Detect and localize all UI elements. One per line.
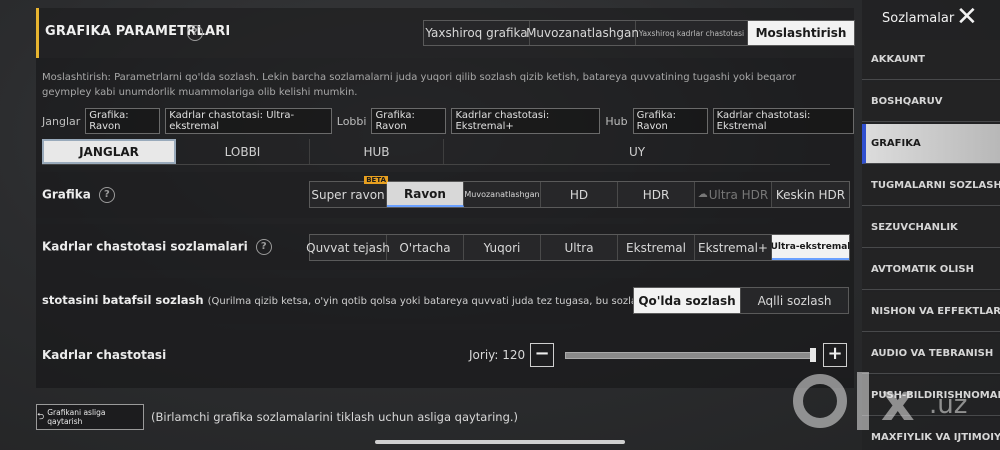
tab-lobbi[interactable]: LOBBI [176, 139, 310, 164]
graphics-hdr[interactable]: HDR [618, 182, 695, 207]
custom-description: Moslashtirish: Parametrlarni qo'lda sozl… [42, 72, 796, 98]
fps-slider-thumb[interactable] [810, 348, 816, 362]
tab-hub[interactable]: HUB [310, 139, 444, 164]
preset-selector: Yaxshiroq grafika Muvozanatlashgan Yaxsh… [423, 20, 855, 46]
tab-janglar[interactable]: JANGLAR [42, 139, 176, 164]
home-indicator[interactable] [375, 440, 625, 444]
manual-settings-button[interactable]: Qo'lda sozlash [634, 288, 741, 313]
sidebar-item-buttons[interactable]: TUGMALARNI SOZLASH [862, 166, 1000, 206]
lobbi-summary-label: Lobbi [336, 114, 367, 128]
fps-medium[interactable]: O'rtacha [387, 235, 464, 260]
fps-settings-row: Kadrlar chastotasi sozlamalari? Quvvat t… [36, 224, 854, 270]
fps-selector: Quvvat tejash O'rtacha Yuqori Ultra Ekst… [306, 234, 850, 261]
preset-custom[interactable]: Moslashtirish [748, 21, 854, 45]
fps-slider-track[interactable] [565, 352, 813, 359]
detailed-mode-selector: Qo'lda sozlash Aqlli sozlash [633, 287, 849, 314]
fps-ultra[interactable]: Ultra [541, 235, 618, 260]
sidebar-item-auto-pickup[interactable]: AVTOMATIK OLISH [862, 250, 1000, 290]
detailed-settings-row: stotasini batafsil sozlash (Qurilma qizi… [36, 278, 854, 324]
hub-graphics-tag: Grafika: Ravon [632, 108, 708, 134]
decrease-button[interactable]: − [530, 343, 554, 367]
hub-fps-tag: Kadrlar chastotasi: Ekstremal [712, 108, 854, 134]
help-icon[interactable]: ? [98, 187, 115, 203]
graphics-hd[interactable]: HD [541, 182, 618, 207]
beta-badge: BETA [364, 176, 388, 184]
preset-better-graphics[interactable]: Yaxshiroq grafika [424, 21, 530, 45]
mode-tabs: JANGLAR LOBBI HUB UY [42, 139, 830, 165]
cloud-download-icon: ☁ [697, 189, 708, 200]
preset-balanced[interactable]: Muvozanatlashgan [526, 21, 639, 45]
fps-extreme[interactable]: Ekstremal [618, 235, 695, 260]
close-icon[interactable]: ✕ [956, 4, 978, 30]
fps-current-value: Joriy: 120 [469, 348, 526, 362]
fps-high[interactable]: Yuqori [464, 235, 541, 260]
sidebar-item-sensitivity[interactable]: SEZUVCHANLIK [862, 208, 1000, 248]
reset-note: (Birlamchi grafika sozlamalarini tiklash… [151, 410, 519, 424]
fps-slider-label: Kadrlar chastotasi [42, 348, 167, 362]
janglar-graphics-tag: Grafika: Ravon [85, 108, 161, 134]
current-settings-summary: Janglar Grafika: Ravon Kadrlar chastotas… [42, 108, 854, 134]
graphics-quality-selector: Super ravon BETA Ravon Muvozanatlashgan H… [309, 176, 850, 208]
graphics-super-smooth[interactable]: Super ravon BETA [310, 176, 388, 207]
hub-summary-label: Hub [605, 114, 628, 128]
reset-graphics-button[interactable]: ⮌ Grafikani asliga qaytarish [36, 404, 144, 430]
help-icon[interactable]: ? [255, 239, 272, 255]
graphics-settings-panel: GRAFIKA PARAMETRLARI ? Yaxshiroq grafika… [36, 8, 855, 388]
janglar-fps-tag: Kadrlar chastotasi: Ultra-ekstremal [165, 108, 332, 134]
reset-icon: ⮌ [37, 412, 45, 422]
tab-uy[interactable]: UY [444, 139, 830, 164]
sidebar-item-effects[interactable]: NISHON VA EFFEKTLAR [862, 292, 1000, 332]
smart-settings-button[interactable]: Aqlli sozlash [741, 288, 848, 313]
detailed-settings-label: stotasini batafsil sozlash (Qurilma qizi… [42, 293, 702, 307]
janglar-summary-label: Janglar [42, 114, 81, 128]
graphics-balanced[interactable]: Muvozanatlashgan [464, 182, 541, 207]
sidebar-item-account[interactable]: AKKAUNT [862, 40, 1000, 80]
sidebar-item-graphics[interactable]: GRAFIKA [862, 124, 1000, 164]
sidebar-title: Sozlamalar [882, 11, 955, 26]
fps-settings-label: Kadrlar chastotasi sozlamalari? [42, 239, 272, 255]
lobbi-graphics-tag: Grafika: Ravon [371, 108, 447, 134]
preset-better-fps[interactable]: Yaxshiroq kadrlar chastotasi [636, 21, 748, 45]
graphics-sharp-hdr[interactable]: Keskin HDR [772, 182, 849, 207]
fps-slider-row: Kadrlar chastotasi Joriy: 120 − + [36, 330, 854, 378]
olx-watermark-logo: x .uz [793, 368, 1000, 438]
sidebar-item-controls[interactable]: BOSHQARUV [862, 82, 1000, 122]
graphics-header: GRAFIKA PARAMETRLARI ? Yaxshiroq grafika… [36, 8, 855, 58]
graphics-smooth[interactable]: Ravon [387, 182, 464, 207]
graphics-label: Grafika? [42, 187, 115, 203]
fps-extreme-plus[interactable]: Ekstremal+ [695, 235, 772, 260]
help-icon[interactable]: ? [187, 25, 203, 41]
increase-button[interactable]: + [823, 343, 847, 367]
fps-power-saving[interactable]: Quvvat tejash [306, 235, 390, 260]
lobbi-fps-tag: Kadrlar chastotasi: Ekstremal+ [451, 108, 601, 134]
graphics-row: Grafika? Super ravon BETA Ravon Muvozanat… [36, 172, 854, 218]
graphics-ultra-hdr[interactable]: ☁ Ultra HDR [695, 182, 772, 207]
fps-ultra-extreme[interactable]: Ultra-ekstremal [771, 235, 850, 260]
